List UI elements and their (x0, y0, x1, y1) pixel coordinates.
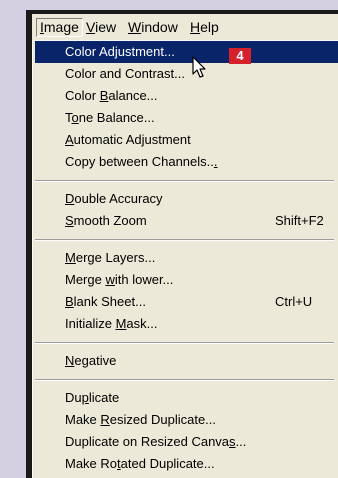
menu-item-shortcut: Shift+F2 (275, 213, 324, 228)
menu-item-negative[interactable]: Negative (35, 350, 338, 372)
menu-item-color-adjustment[interactable]: Color Adjustment... (35, 41, 338, 63)
menu-image-label: Image (40, 19, 79, 35)
menu-item-copy-between-channels[interactable]: Copy between Channels... (35, 151, 338, 173)
step-badge: 4 (229, 48, 251, 64)
menu-item-blank-sheet[interactable]: Blank Sheet... Ctrl+U (35, 291, 338, 313)
menu-item-shortcut: Ctrl+U (275, 294, 313, 309)
menu-item-label: Double Accuracy (65, 191, 163, 206)
menu-item-make-resized-duplicate[interactable]: Make Resized Duplicate... (35, 409, 338, 431)
menu-item-label: Negative (65, 353, 117, 368)
menu-item-label: Automatic Adjustment (65, 132, 191, 147)
menu-separator (35, 180, 334, 182)
menu-item-automatic-adjustment[interactable]: Automatic Adjustment (35, 129, 338, 151)
menu-item-label: Blank Sheet... (65, 294, 146, 309)
menu-window-label: Window (128, 19, 178, 35)
mouse-pointer-icon (192, 56, 206, 78)
menu-item-label: Smooth Zoom (65, 213, 147, 228)
menu-item-label: Make Resized Duplicate... (65, 412, 217, 427)
menu-item-label: Color Adjustment... (65, 44, 175, 59)
menu-item-make-rotated-duplicate[interactable]: Make Rotated Duplicate... (35, 453, 338, 475)
menu-help[interactable]: Help (187, 18, 222, 37)
menu-item-duplicate[interactable]: Duplicate (35, 387, 338, 409)
menu-item-merge-with-lower[interactable]: Merge with lower... (35, 269, 338, 291)
menu-separator (35, 239, 334, 241)
menu-view[interactable]: View (83, 18, 119, 37)
menu-item-label: Make Rotated Duplicate... (65, 456, 215, 471)
menu-item-double-accuracy[interactable]: Double Accuracy (35, 188, 338, 210)
menu-separator (35, 379, 334, 381)
menu-window[interactable]: Window (125, 18, 181, 37)
menu-item-label: Tone Balance... (65, 110, 155, 125)
menu-item-label: Merge with lower... (65, 272, 174, 287)
menu-item-label: Duplicate (65, 390, 120, 405)
menu-item-initialize-mask[interactable]: Initialize Mask... (35, 313, 338, 335)
menu-item-label: Merge Layers... (65, 250, 156, 265)
menu-item-duplicate-on-resized-canvas[interactable]: Duplicate on Resized Canvas... (35, 431, 338, 453)
menu-help-label: Help (190, 19, 219, 35)
menu-item-tone-balance[interactable]: Tone Balance... (35, 107, 338, 129)
menu-item-label: Duplicate on Resized Canvas... (65, 434, 247, 449)
menu-item-label: Color Balance... (65, 88, 158, 103)
menu-item-smooth-zoom[interactable]: Smooth Zoom Shift+F2 (35, 210, 338, 232)
menu-item-label: Copy between Channels... (65, 154, 218, 169)
menu-image[interactable]: Image (36, 18, 83, 37)
menu-item-color-and-contrast[interactable]: Color and Contrast... (35, 63, 338, 85)
menu-item-merge-layers[interactable]: Merge Layers... (35, 247, 338, 269)
menu-item-color-balance[interactable]: Color Balance... (35, 85, 338, 107)
menu-item-label: Initialize Mask... (65, 316, 158, 331)
menubar: Image View Window Help (32, 14, 338, 41)
image-menu-dropdown: Color Adjustment... Color and Contrast...… (32, 41, 338, 478)
menu-item-label: Color and Contrast... (65, 66, 185, 81)
menu-separator (35, 342, 334, 344)
menu-view-label: View (86, 19, 117, 35)
